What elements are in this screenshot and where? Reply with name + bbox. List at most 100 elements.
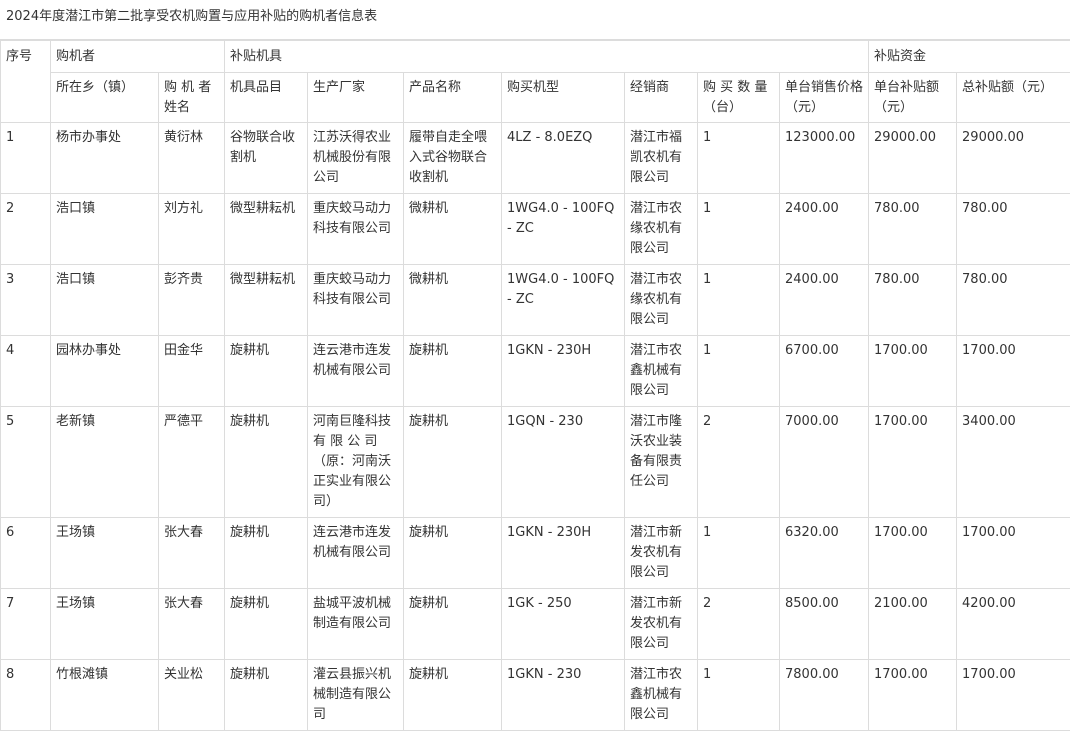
row-unit-price: 7800.00 bbox=[779, 659, 870, 731]
row-product: 旋耕机 bbox=[403, 588, 503, 660]
row-township: 浩口镇 bbox=[50, 264, 159, 336]
row-dealer: 潜江市新发农机有限公司 bbox=[624, 588, 699, 660]
header-dealer: 经销商 bbox=[624, 72, 699, 123]
row-manufacturer: 重庆蛟马动力科技有限公司 bbox=[307, 193, 405, 265]
row-township: 王场镇 bbox=[50, 588, 159, 660]
row-dealer: 潜江市新发农机有限公司 bbox=[624, 517, 699, 589]
row-seq: 1 bbox=[0, 122, 51, 194]
row-total-subsidy: 780.00 bbox=[956, 193, 1070, 265]
row-unit-price: 6320.00 bbox=[779, 517, 870, 589]
header-total-subsidy: 总补贴额（元） bbox=[956, 72, 1070, 123]
header-category: 机具品目 bbox=[224, 72, 309, 123]
header-quantity: 购 买 数 量（台） bbox=[697, 72, 781, 123]
row-total-subsidy: 1700.00 bbox=[956, 335, 1070, 407]
row-model: 1GQN - 230 bbox=[501, 406, 626, 518]
row-seq: 2 bbox=[0, 193, 51, 265]
row-unit-subsidy: 1700.00 bbox=[868, 335, 958, 407]
table-row: 7 王场镇 张大春 旋耕机 盐城平波机械制造有限公司 旋耕机 1GK - 250 潜江市新发农… bbox=[0, 588, 1070, 660]
header-seq: 序号 bbox=[0, 40, 51, 123]
row-buyer-name: 关业松 bbox=[157, 659, 226, 731]
row-quantity: 1 bbox=[697, 122, 781, 194]
header-buyer: 购机者 bbox=[49, 40, 226, 73]
row-model: 1WG4.0 - 100FQ - ZC bbox=[501, 264, 626, 336]
row-township: 园林办事处 bbox=[50, 335, 159, 407]
row-seq: 6 bbox=[0, 517, 51, 589]
row-buyer-name: 刘方礼 bbox=[157, 193, 226, 265]
row-buyer-name: 彭齐贵 bbox=[157, 264, 226, 336]
row-dealer: 潜江市农鑫机械有限公司 bbox=[624, 659, 699, 731]
row-category: 旋耕机 bbox=[224, 406, 309, 518]
table-row: 6 王场镇 张大春 旋耕机 连云港市连发机械有限公司 旋耕机 1GKN - 230H 潜江市新… bbox=[0, 517, 1070, 589]
row-seq: 7 bbox=[0, 588, 51, 660]
row-category: 旋耕机 bbox=[224, 335, 309, 407]
header-funds: 补贴资金 bbox=[868, 40, 1070, 73]
row-quantity: 1 bbox=[697, 264, 781, 336]
row-buyer-name: 张大春 bbox=[157, 517, 226, 589]
row-dealer: 潜江市农缘农机有限公司 bbox=[624, 264, 699, 336]
row-manufacturer: 河南巨隆科技有 限 公 司（原：河南沃正实业有限公司） bbox=[307, 406, 405, 518]
row-township: 王场镇 bbox=[50, 517, 159, 589]
row-category: 微型耕耘机 bbox=[224, 193, 309, 265]
row-township: 杨市办事处 bbox=[50, 122, 159, 194]
row-buyer-name: 田金华 bbox=[157, 335, 226, 407]
row-quantity: 2 bbox=[697, 406, 781, 518]
row-seq: 5 bbox=[0, 406, 51, 518]
row-dealer: 潜江市隆沃农业装备有限责任公司 bbox=[624, 406, 699, 518]
row-product: 旋耕机 bbox=[403, 659, 503, 731]
row-buyer-name: 张大春 bbox=[157, 588, 226, 660]
table-row: 4 园林办事处 田金华 旋耕机 连云港市连发机械有限公司 旋耕机 1GKN - 230H 潜江… bbox=[0, 335, 1070, 407]
row-unit-subsidy: 2100.00 bbox=[868, 588, 958, 660]
row-product: 微耕机 bbox=[403, 264, 503, 336]
row-category: 旋耕机 bbox=[224, 517, 309, 589]
row-category: 旋耕机 bbox=[224, 588, 309, 660]
row-quantity: 1 bbox=[697, 335, 781, 407]
row-unit-price: 123000.00 bbox=[779, 122, 870, 194]
row-model: 1GKN - 230H bbox=[501, 517, 626, 589]
row-unit-price: 7000.00 bbox=[779, 406, 870, 518]
row-product: 旋耕机 bbox=[403, 517, 503, 589]
header-township: 所在乡（镇） bbox=[50, 72, 159, 123]
row-unit-subsidy: 780.00 bbox=[868, 193, 958, 265]
row-total-subsidy: 1700.00 bbox=[956, 659, 1070, 731]
row-dealer: 潜江市农缘农机有限公司 bbox=[624, 193, 699, 265]
row-product: 旋耕机 bbox=[403, 406, 503, 518]
table-row: 1 杨市办事处 黄衍林 谷物联合收割机 江苏沃得农业机械股份有限公司 履带自走全喂入式谷物… bbox=[0, 122, 1070, 194]
row-total-subsidy: 29000.00 bbox=[956, 122, 1070, 194]
row-dealer: 潜江市福凯农机有限公司 bbox=[624, 122, 699, 194]
row-unit-subsidy: 1700.00 bbox=[868, 517, 958, 589]
row-model: 1GKN - 230H bbox=[501, 335, 626, 407]
header-manufacturer: 生产厂家 bbox=[307, 72, 405, 123]
header-row-2: 所在乡（镇） 购 机 者 姓名 机具品目 生产厂家 产品名称 购买机型 经销商 … bbox=[1, 72, 1070, 123]
header-model: 购买机型 bbox=[501, 72, 626, 123]
row-model: 1GK - 250 bbox=[501, 588, 626, 660]
table-row: 2 浩口镇 刘方礼 微型耕耘机 重庆蛟马动力科技有限公司 微耕机 1WG4.0 - 100F… bbox=[0, 193, 1070, 265]
header-unit-price: 单台销售价格（元） bbox=[779, 72, 870, 123]
row-product: 微耕机 bbox=[403, 193, 503, 265]
row-unit-price: 8500.00 bbox=[779, 588, 870, 660]
row-quantity: 1 bbox=[697, 517, 781, 589]
row-manufacturer: 重庆蛟马动力科技有限公司 bbox=[307, 264, 405, 336]
row-manufacturer: 江苏沃得农业机械股份有限公司 bbox=[307, 122, 405, 194]
row-model: 4LZ - 8.0EZQ bbox=[501, 122, 626, 194]
row-township: 浩口镇 bbox=[50, 193, 159, 265]
row-total-subsidy: 3400.00 bbox=[956, 406, 1070, 518]
buyer-info-table: 序号 购机者 补贴机具 补贴资金 所在乡（镇） 购 机 者 姓名 机具品目 生产… bbox=[0, 40, 1070, 731]
row-model: 1GKN - 230 bbox=[501, 659, 626, 731]
row-unit-subsidy: 780.00 bbox=[868, 264, 958, 336]
table-row: 3 浩口镇 彭齐贵 微型耕耘机 重庆蛟马动力科技有限公司 微耕机 1WG4.0 - 100F… bbox=[0, 264, 1070, 336]
row-unit-subsidy: 1700.00 bbox=[868, 406, 958, 518]
row-township: 竹根滩镇 bbox=[50, 659, 159, 731]
row-unit-price: 2400.00 bbox=[779, 264, 870, 336]
header-row-1: 序号 购机者 补贴机具 补贴资金 bbox=[0, 40, 1070, 123]
table-row: 8 竹根滩镇 关业松 旋耕机 灌云县振兴机械制造有限公司 旋耕机 1GKN - 230 潜江市… bbox=[0, 659, 1070, 731]
row-quantity: 1 bbox=[697, 659, 781, 731]
row-total-subsidy: 4200.00 bbox=[956, 588, 1070, 660]
row-unit-subsidy: 1700.00 bbox=[868, 659, 958, 731]
row-dealer: 潜江市农鑫机械有限公司 bbox=[624, 335, 699, 407]
page: 2024年度潜江市第二批享受农机购置与应用补贴的购机者信息表 序号 购机者 补贴… bbox=[0, 0, 1070, 732]
row-seq: 3 bbox=[0, 264, 51, 336]
row-total-subsidy: 1700.00 bbox=[956, 517, 1070, 589]
row-seq: 4 bbox=[0, 335, 51, 407]
row-product: 履带自走全喂入式谷物联合收割机 bbox=[403, 122, 503, 194]
header-equipment: 补贴机具 bbox=[224, 40, 870, 73]
